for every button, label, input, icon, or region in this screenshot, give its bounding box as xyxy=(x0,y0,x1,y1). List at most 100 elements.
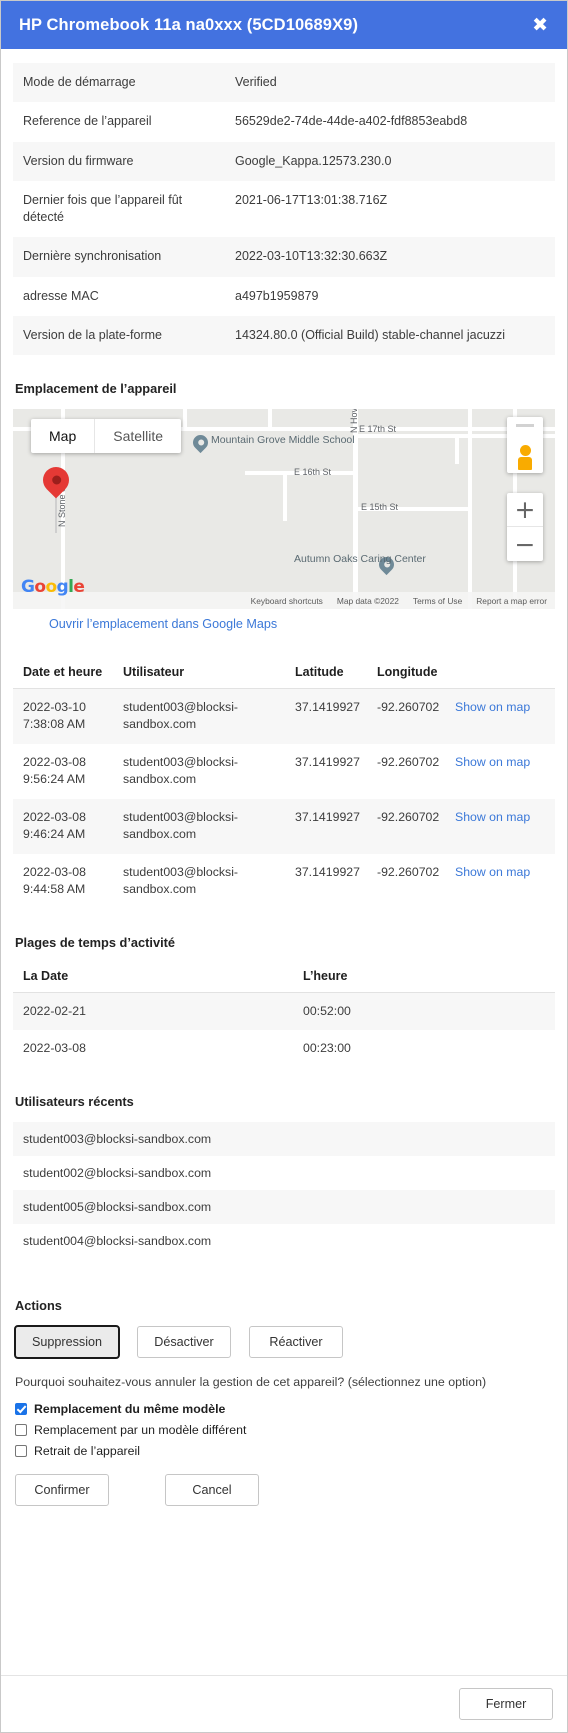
dialog-titlebar: HP Chromebook 11a na0xxx (5CD10689X9) ✖ xyxy=(1,1,567,49)
column-header-datetime: Date et heure xyxy=(13,659,113,689)
map-road xyxy=(455,434,459,464)
info-value: a497b1959879 xyxy=(235,288,319,303)
show-on-map-link[interactable]: Show on map xyxy=(445,744,555,799)
activity-ranges-heading: Plages de temps d’activité xyxy=(15,934,176,950)
cell-user: student003@blocksi-sandbox.com xyxy=(123,864,239,897)
cell-datetime: 2022-03-08 9:46:24 AM xyxy=(13,798,113,854)
terms-of-use-link[interactable]: Terms of Use xyxy=(413,596,462,606)
column-header-longitude: Longitude xyxy=(367,659,445,689)
info-value: 56529de2-74de-44de-a402-fdf8853eabd8 xyxy=(235,114,468,129)
info-key: adresse MAC xyxy=(23,288,99,303)
cell-datetime: 2022-03-10 7:38:08 AM xyxy=(13,688,113,744)
cell-longitude: -92.260702 xyxy=(367,688,445,744)
cell-user: student003@blocksi-sandbox.com xyxy=(123,754,239,787)
show-on-map-link[interactable]: Show on map xyxy=(445,854,555,909)
option-label-device-retirement: Retrait de l’appareil xyxy=(34,1443,140,1458)
close-dialog-button[interactable]: Fermer xyxy=(459,1688,553,1720)
cell-time: 00:52:00 xyxy=(293,992,555,1031)
map-canvas[interactable]: E 17th St E 16th St E 15th St N Hovis St… xyxy=(13,409,555,609)
cell-longitude: -92.260702 xyxy=(377,864,440,879)
info-value: 2022-03-10T13:32:30.663Z xyxy=(225,237,555,277)
map-type-switch[interactable]: Map Satellite xyxy=(31,419,182,453)
map-street-label: N Hovis St xyxy=(349,409,359,433)
option-row-different-model[interactable]: Remplacement par un modèle différent xyxy=(15,1423,555,1437)
table-row: 2022-03-08 9:56:24 AM student003@blocksi… xyxy=(13,744,555,799)
dialog-footer: Fermer xyxy=(1,1675,567,1732)
cell-datetime: 2022-03-08 9:44:58 AM xyxy=(23,864,86,897)
column-header-latitude: Latitude xyxy=(285,659,367,689)
report-map-error-link[interactable]: Report a map error xyxy=(476,596,547,606)
actions-button-row: Suppression Désactiver Réactiver xyxy=(13,1324,555,1359)
dialog-body: Mode de démarrage Verified Reference de … xyxy=(1,49,567,1675)
delete-button[interactable]: Suppression xyxy=(13,1324,121,1359)
cell-latitude: 37.1419927 xyxy=(295,754,360,769)
actions-heading: Actions xyxy=(15,1297,62,1313)
zoom-in-icon[interactable]: + xyxy=(507,493,543,527)
cell-longitude: -92.260702 xyxy=(367,798,445,854)
pegman-figure-icon xyxy=(518,445,532,470)
cell-latitude: 37.1419927 xyxy=(295,864,360,879)
checkbox-same-model[interactable] xyxy=(15,1402,27,1415)
keyboard-shortcuts-link[interactable]: Keyboard shortcuts xyxy=(251,596,323,606)
column-header-date: La Date xyxy=(13,962,293,993)
table-header-row: La Date L’heure xyxy=(13,962,555,993)
table-row: 2022-03-08 9:46:24 AM student003@blocksi… xyxy=(13,798,555,854)
map-road xyxy=(183,409,187,431)
info-key: Reference de l’appareil xyxy=(23,114,152,129)
close-icon[interactable]: ✖ xyxy=(529,14,551,37)
info-value: 2021-06-17T13:01:38.716Z xyxy=(235,192,388,207)
map-road xyxy=(268,409,272,431)
map-road xyxy=(283,471,287,521)
checkbox-different-model[interactable] xyxy=(15,1423,27,1436)
map-type-satellite[interactable]: Satellite xyxy=(95,419,181,453)
device-location-marker[interactable] xyxy=(37,461,75,499)
map-zoom-control[interactable]: + − xyxy=(507,493,543,561)
map-type-map[interactable]: Map xyxy=(31,419,96,453)
device-info-table: Mode de démarrage Verified Reference de … xyxy=(13,63,555,355)
map-attribution-bar: Keyboard shortcuts Map data ©2022 Terms … xyxy=(13,592,555,609)
cell-longitude: -92.260702 xyxy=(377,754,440,769)
recent-users-heading: Utilisateurs récents xyxy=(15,1093,134,1109)
info-value: Google_Kappa.12573.230.0 xyxy=(225,141,555,181)
checkbox-device-retirement[interactable] xyxy=(15,1444,27,1457)
recent-users-list: student003@blocksi-sandbox.com student00… xyxy=(13,1121,555,1258)
cell-datetime: 2022-03-08 9:56:24 AM xyxy=(23,754,86,787)
info-value: 14324.80.0 (Official Build) stable-chann… xyxy=(225,315,555,355)
pegman-icon[interactable] xyxy=(507,417,543,473)
show-on-map-link[interactable]: Show on map xyxy=(445,688,555,744)
option-row-device-retirement[interactable]: Retrait de l’appareil xyxy=(15,1444,555,1458)
info-key: Dernier fois que l’appareil fût détecté xyxy=(23,192,183,224)
show-on-map-link[interactable]: Show on map xyxy=(445,798,555,854)
map-street-label: E 17th St xyxy=(359,424,397,434)
cell-user: student003@blocksi-sandbox.com xyxy=(113,688,285,744)
list-item: student004@blocksi-sandbox.com xyxy=(23,1233,212,1248)
cell-date: 2022-02-21 xyxy=(13,992,293,1031)
option-row-same-model[interactable]: Remplacement du même modèle xyxy=(15,1402,555,1416)
location-history-table: Date et heure Utilisateur Latitude Longi… xyxy=(13,659,555,909)
table-row: Mode de démarrage Verified xyxy=(13,63,555,103)
unmanage-reason-prompt: Pourquoi souhaitez-vous annuler la gesti… xyxy=(15,1374,487,1389)
table-row: Dernière synchronisation 2022-03-10T13:3… xyxy=(13,237,555,277)
zoom-out-icon[interactable]: − xyxy=(507,527,543,561)
reactivate-button[interactable]: Réactiver xyxy=(249,1325,344,1358)
table-row: 2022-03-08 9:44:58 AM student003@blocksi… xyxy=(13,854,555,909)
info-key: Mode de démarrage xyxy=(13,63,225,103)
table-row: Version de la plate-forme 14324.80.0 (Of… xyxy=(13,315,555,355)
option-label-same-model: Remplacement du même modèle xyxy=(34,1401,226,1416)
table-row: 2022-02-21 00:52:00 xyxy=(13,992,555,1031)
column-header-time: L’heure xyxy=(293,962,555,993)
info-key: Version du firmware xyxy=(13,141,225,181)
info-value: Verified xyxy=(225,63,555,103)
map-street-label: E 16th St xyxy=(294,467,332,477)
table-row: Reference de l’appareil 56529de2-74de-44… xyxy=(13,102,555,141)
map-poi-icon xyxy=(189,431,212,454)
pegman-dash-icon xyxy=(516,424,534,427)
cell-date: 2022-03-08 xyxy=(23,1041,86,1056)
open-in-google-maps-link[interactable]: Ouvrir l’emplacement dans Google Maps xyxy=(49,617,277,631)
cancel-button[interactable]: Cancel xyxy=(165,1473,259,1506)
map-poi-label: Mountain Grove Middle School xyxy=(211,434,355,446)
confirm-button-row: Confirmer Cancel xyxy=(15,1473,555,1506)
confirm-button[interactable]: Confirmer xyxy=(15,1473,109,1506)
disable-button[interactable]: Désactiver xyxy=(137,1325,232,1358)
column-header-user: Utilisateur xyxy=(113,659,285,689)
